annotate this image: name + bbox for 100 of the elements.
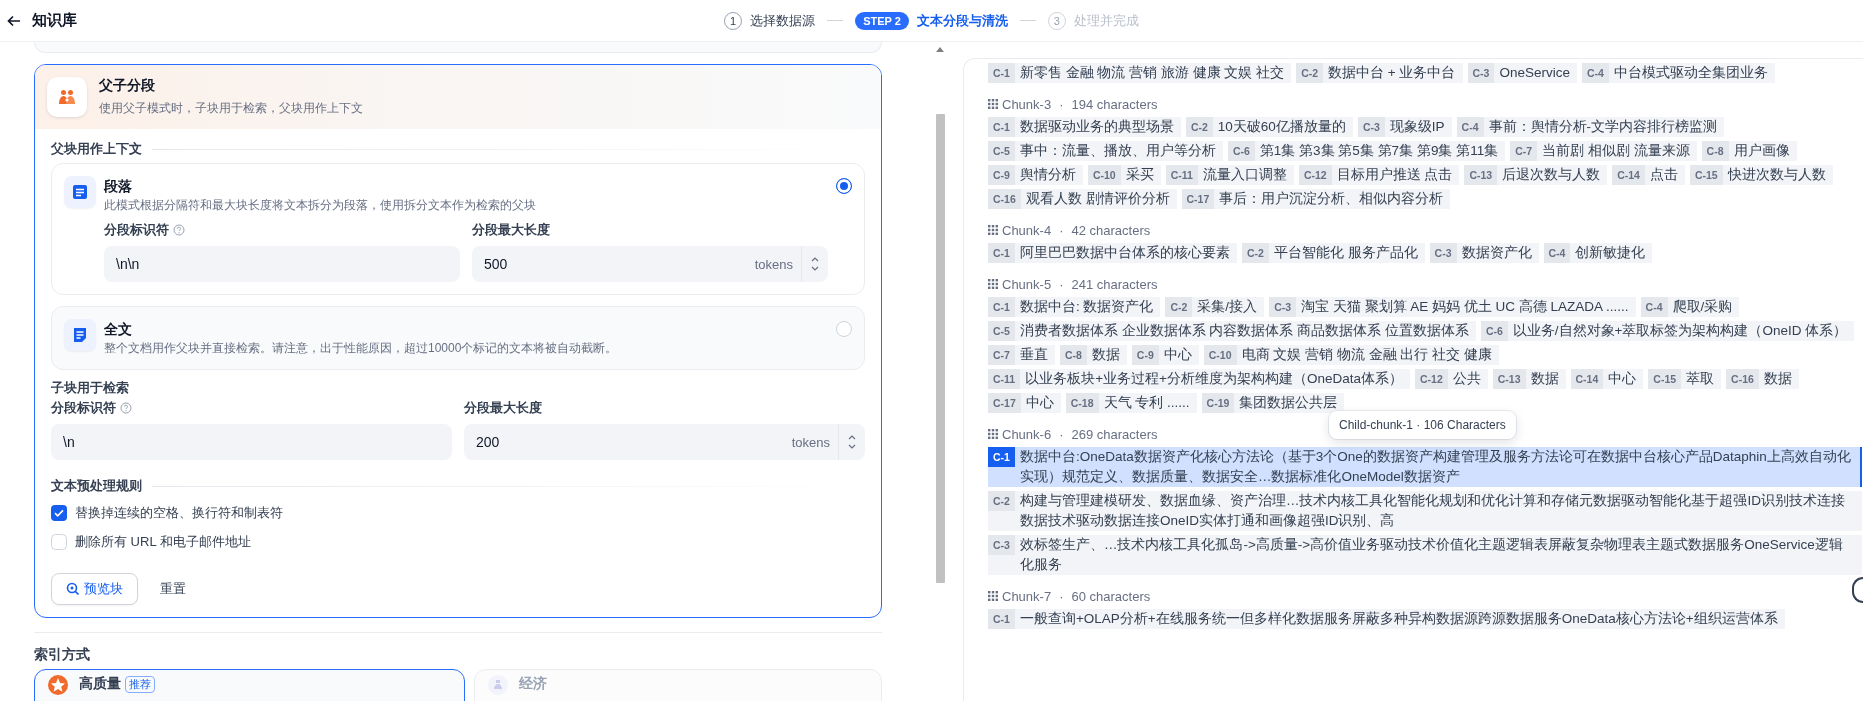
chunk-size: 42 characters xyxy=(1071,222,1151,238)
chunk-segment[interactable]: C-7 垂直 xyxy=(988,345,1055,365)
chunk-segment[interactable]: C-8 用户画像 xyxy=(1701,141,1797,161)
chunk-segment[interactable]: C-2 10天破60亿播放量的 xyxy=(1185,117,1353,137)
chunk-segment[interactable]: C-2 平台智能化 服务产品化 xyxy=(1241,243,1425,263)
search-icon xyxy=(66,582,80,596)
chunk-segment[interactable]: C-2 数据中台 + 业务中台 xyxy=(1296,63,1463,83)
option-title: 经济 xyxy=(519,675,547,693)
chunk-segment[interactable]: C-3 效标签生产、…技术内核工具化孤岛->高质量->高价值业务驱动技术价值化主题逻辑表屏蔽复杂物理表主题式数据服务OneService逻辑化服务 xyxy=(988,535,1862,575)
segment-tag: C-9 xyxy=(988,165,1015,185)
option-card[interactable]: 段落 此模式根据分隔符和最大块长度将文本拆分为段落，使用拆分文本作为检索的父块 分段标识符 \n\n 分段最大长度 500 tokens xyxy=(51,163,865,295)
chunk-segment[interactable]: C-8 数据 xyxy=(1059,345,1127,365)
segment-tag: C-2 xyxy=(988,491,1015,511)
segment-tag: C-9 xyxy=(1131,345,1159,365)
chunk-segment[interactable]: C-16 观看人数 剧情评价分析 xyxy=(988,189,1177,209)
number-field[interactable]: 200 tokens xyxy=(464,424,865,460)
field-label: 分段最大长度 xyxy=(464,399,542,417)
segment-text: 新零售 金融 物流 营销 旅游 健康 文娱 社交 xyxy=(1019,64,1285,82)
segment-tag: C-19 xyxy=(1201,393,1235,413)
chunk-segment[interactable]: C-12 目标用户推送 点击 xyxy=(1298,165,1460,185)
chunk-segment[interactable]: C-2 构建与管理建模研发、数据血缘、资产治理…技术内核工具化智能化规划和优化计算和存储元数据驱动智能化基于超强ID识别技术连接数据技术驱动数据连接OneID实体打通和画像超强ID识别、高 xyxy=(988,491,1862,531)
chunk-segment[interactable]: C-6 第1集 第3集 第5集 第7集 第9集 第11集 xyxy=(1227,141,1506,161)
segment-tag: C-2 xyxy=(1185,117,1213,137)
chunk-segment[interactable]: C-11 以业务板块+业务过程+分析维度为架构构建（OneData体系） xyxy=(988,369,1410,389)
segment-tag: C-1 xyxy=(988,63,1015,83)
segment-text: 天气 专利 ...... xyxy=(1103,394,1190,412)
option-title: 高质量 xyxy=(79,675,121,693)
scrollbar-thumb[interactable] xyxy=(935,114,945,583)
chunk-segment[interactable]: C-17 事后：用户沉淀分析、相似内容分析 xyxy=(1181,189,1451,209)
segment-text: 垂直 xyxy=(1019,346,1048,364)
segment-text: 集团数据公共层 xyxy=(1239,394,1338,412)
chunk-segment[interactable]: C-14 点击 xyxy=(1612,165,1685,185)
scroll-up-icon[interactable] xyxy=(935,46,945,52)
chunk-segment[interactable]: C-1 数据中台: 数据资产化 xyxy=(988,297,1161,317)
segment-tag: C-17 xyxy=(988,393,1021,413)
chunk-segment[interactable]: C-15 萃取 xyxy=(1648,369,1722,389)
chunk-segment[interactable]: C-12 公共 xyxy=(1415,369,1488,389)
chunk-segment[interactable]: C-9 中心 xyxy=(1131,345,1199,365)
chunk-segment[interactable]: C-5 事中：流量、播放、用户等分析 xyxy=(988,141,1223,161)
chunk-segment[interactable]: C-1 阿里巴巴数据中台体系的核心要素 xyxy=(988,243,1237,263)
dots-grid-icon xyxy=(988,591,998,601)
chunk-segment[interactable]: C-3 现象级IP xyxy=(1357,117,1452,137)
chunk-segment[interactable]: C-4 创新敏捷化 xyxy=(1543,243,1653,263)
segment-tag: C-6 xyxy=(1480,321,1508,341)
segment-text: 快进次数与人数 xyxy=(1727,166,1826,184)
checkbox-label: 替换掉连续的空格、换行符和制表符 xyxy=(75,504,283,522)
chunk-segment[interactable]: C-1 数据驱动业务的典型场景 xyxy=(988,117,1181,137)
chunk-segment[interactable]: C-3 淘宝 天猫 聚划算 AE 妈妈 优土 UC 高德 LAZADA ...... xyxy=(1269,297,1636,317)
stepper-icon[interactable] xyxy=(847,433,857,451)
chunk-segment[interactable]: C-9 舆情分析 xyxy=(988,165,1083,185)
mode-description: 使用父子模式时，子块用于检索，父块用作上下文 xyxy=(99,100,363,117)
chunk-segment[interactable]: C-3 OneService xyxy=(1467,63,1577,83)
chunk-segment[interactable]: C-17 中心 xyxy=(988,393,1061,413)
chunk-segment[interactable]: C-5 消费者数据体系 企业数据体系 内容数据体系 商品数据体系 位置数据体系 xyxy=(988,321,1476,341)
chunk-segment[interactable]: C-4 事前：舆情分析-文学内容排行榜监测 xyxy=(1456,117,1724,137)
chunk-segment[interactable]: C-3 数据资产化 xyxy=(1429,243,1539,263)
chunk-segment[interactable]: C-7 当前剧 相似剧 流量来源 xyxy=(1510,141,1697,161)
chunk-segment[interactable]: C-1 新零售 金融 物流 营销 旅游 健康 文娱 社交 xyxy=(988,63,1292,83)
segment-tag: C-1 xyxy=(988,447,1015,467)
segment-text: 观看人数 剧情评价分析 xyxy=(1025,190,1170,208)
input-field[interactable]: \n xyxy=(51,424,452,460)
segment-tag: C-12 xyxy=(1298,165,1332,185)
segment-text: 以业务板块+业务过程+分析维度为架构构建（OneData体系） xyxy=(1025,370,1403,388)
input-field[interactable]: \n\n xyxy=(104,246,460,282)
chunk-segment[interactable]: C-16 数据 xyxy=(1726,369,1799,389)
chunk-segment[interactable]: C-18 天气 专利 ...... xyxy=(1065,393,1197,413)
chunk-segment[interactable]: C-13 后退次数与人数 xyxy=(1464,165,1608,185)
index-option-card[interactable]: 高质量 推荐 xyxy=(34,669,465,701)
chunk-segment[interactable]: C-10 电商 文娱 营销 物流 金融 出行 社交 健康 xyxy=(1203,345,1499,365)
chunk-segment[interactable]: C-2 采集/接入 xyxy=(1165,297,1265,317)
mode-card[interactable] xyxy=(34,64,882,618)
chunk-segment[interactable]: C-13 数据 xyxy=(1492,369,1566,389)
radio-button[interactable] xyxy=(836,178,852,194)
segment-text: 数据中台: 数据资产化 xyxy=(1019,298,1154,316)
chunk-segment[interactable]: C-1 数据中台:OneData数据资产化核心方法论（基于3个One的数据资产构建管理及服务方法论可在数据中台核心产品Dataphin上高效自动化实现）规范定义、数据质量、数据安全…数据标准化OneModel数据资产 xyxy=(988,447,1862,487)
chunk-segment[interactable]: C-19 集团数据公共层 xyxy=(1201,393,1345,413)
chunk-segment[interactable]: C-4 中台模式驱动全集团业务 xyxy=(1581,63,1775,83)
number-field[interactable]: 500 tokens xyxy=(472,246,828,282)
segment-text: 创新敏捷化 xyxy=(1575,244,1646,262)
segment-tag: C-7 xyxy=(1510,141,1538,161)
mode-title: 父子分段 xyxy=(99,77,156,95)
preview-button[interactable]: 预览块 xyxy=(51,573,138,605)
chunk-segment[interactable]: C-10 采买 xyxy=(1087,165,1161,185)
checkbox[interactable] xyxy=(51,505,67,521)
side-handle[interactable] xyxy=(1852,577,1863,603)
segment-text: 流量入口调整 xyxy=(1202,166,1287,184)
chunk-segment[interactable]: C-6 以业务/自然对象+萃取标签为架构构建（OneID 体系） xyxy=(1480,321,1855,341)
stepper-icon[interactable] xyxy=(810,255,820,273)
segment-text: 现象级IP xyxy=(1389,118,1445,136)
segment-text: 中心 xyxy=(1025,394,1054,412)
chunk-segment[interactable]: C-4 爬取/采购 xyxy=(1640,297,1740,317)
segment-text: 效标签生产、…技术内核工具化孤岛->高质量->高价值业务驱动技术价值化主题逻辑表屏蔽复杂物理表主题式数据服务OneService逻辑化服务 xyxy=(1019,536,1844,574)
chunk-segment[interactable]: C-14 中心 xyxy=(1570,369,1644,389)
option-card[interactable]: 全文 整个文档用作父块并直接检索。请注意，出于性能原因，超过10000个标记的文本将被自动截断。 xyxy=(51,306,865,370)
chunk-segment[interactable]: C-1 一般查询+OLAP分析+在线服务统一但多样化数据服务屏蔽多种异构数据源跨源数据服务OneData核心方法论+组织运营体系 xyxy=(988,609,1785,629)
chunk-segment[interactable]: C-15 快进次数与人数 xyxy=(1689,165,1833,185)
checkbox[interactable] xyxy=(51,534,67,550)
reset-button[interactable]: 重置 xyxy=(148,573,198,605)
chunk-segment[interactable]: C-11 流量入口调整 xyxy=(1165,165,1294,185)
option-title: 全文 xyxy=(104,320,133,339)
